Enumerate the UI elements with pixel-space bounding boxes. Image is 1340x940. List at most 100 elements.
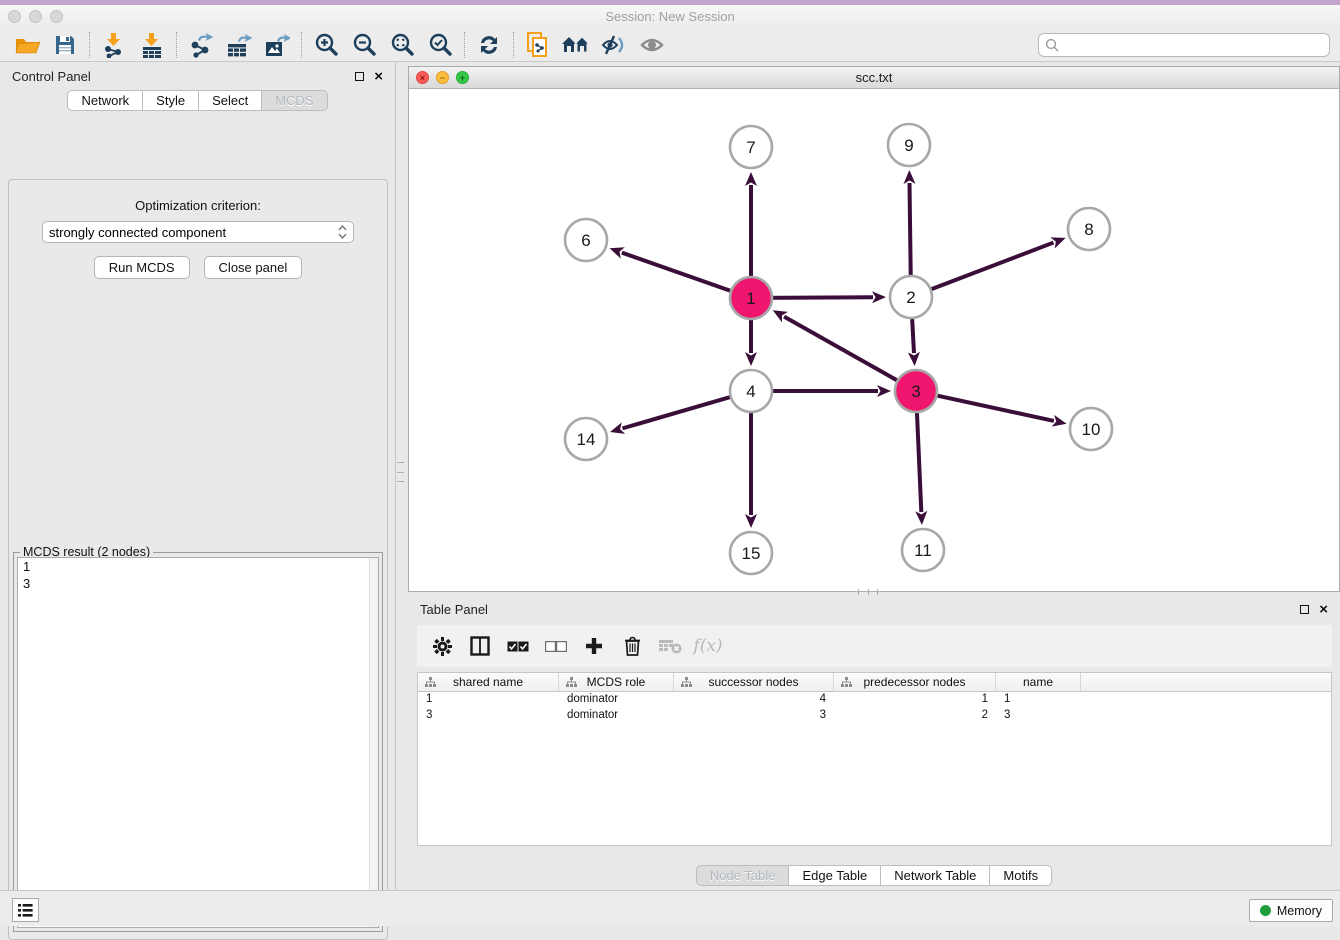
close-panel-button[interactable]: Close panel (204, 256, 303, 279)
tab-network[interactable]: Network (67, 90, 143, 111)
table-panel: Table Panel × (408, 595, 1340, 886)
tab-edge-table[interactable]: Edge Table (789, 865, 881, 886)
memory-label: Memory (1277, 904, 1322, 918)
hide-selected-button[interactable] (595, 30, 633, 60)
zoom-out-button[interactable] (345, 30, 383, 60)
export-table-button[interactable] (220, 30, 258, 60)
column-header-predecessor-nodes[interactable]: predecessor nodes (834, 673, 996, 691)
zoom-in-icon (314, 32, 339, 57)
plus-icon (585, 637, 603, 655)
houses-icon (561, 34, 591, 56)
optimization-criterion-label: Optimization criterion: (9, 198, 387, 213)
show-column-button[interactable] (463, 631, 497, 661)
tab-style[interactable]: Style (143, 90, 199, 111)
create-column-button[interactable] (577, 631, 611, 661)
column-header-name[interactable]: name (996, 673, 1081, 691)
graph-node-label: 8 (1084, 220, 1093, 239)
toolbar-separator (176, 32, 177, 58)
delete-table-button[interactable] (653, 631, 687, 661)
export-network-icon (188, 32, 214, 58)
column-header-label: shared name (453, 675, 523, 689)
criterion-dropdown[interactable]: strongly connected component (42, 221, 354, 243)
table-panel-title: Table Panel (420, 602, 488, 617)
export-network-button[interactable] (182, 30, 220, 60)
table-options-button[interactable] (425, 631, 459, 661)
result-item[interactable]: 1 (18, 558, 378, 575)
result-scrollbar[interactable] (369, 558, 378, 927)
run-mcds-button[interactable]: Run MCDS (94, 256, 190, 279)
refresh-button[interactable] (470, 30, 508, 60)
tab-select[interactable]: Select (199, 90, 262, 111)
tab-motifs[interactable]: Motifs (990, 865, 1052, 886)
criterion-dropdown-value: strongly connected component (49, 225, 338, 240)
column-header-shared-name[interactable]: shared name (418, 673, 559, 691)
search-box[interactable] (1038, 33, 1330, 57)
unselect-all-columns-button[interactable] (539, 631, 573, 661)
duplicate-network-button[interactable] (519, 30, 557, 60)
zoom-fit-icon (390, 32, 415, 57)
show-all-button[interactable] (633, 30, 671, 60)
open-session-button[interactable] (8, 30, 46, 60)
table-panel-tabs: Node TableEdge TableNetwork TableMotifs (408, 865, 1340, 886)
graph-edge-3-10[interactable] (918, 391, 1054, 421)
column-header-MCDS-role[interactable]: MCDS role (559, 673, 674, 691)
toolbar-separator (301, 32, 302, 58)
table-cell: 1 (418, 692, 559, 708)
control-panel-maximize-icon[interactable] (355, 72, 364, 81)
toolbar-separator (89, 32, 90, 58)
graph-node-label: 4 (746, 382, 755, 401)
export-image-button[interactable] (258, 30, 296, 60)
network-window-title: scc.txt (409, 70, 1339, 85)
network-window-titlebar[interactable]: × − + scc.txt (409, 67, 1339, 89)
status-bar: Memory (0, 890, 1340, 926)
table-panel-maximize-icon[interactable] (1300, 605, 1309, 614)
control-panel-close-icon[interactable]: × (374, 69, 383, 84)
task-history-button[interactable] (12, 898, 39, 922)
search-input[interactable] (1063, 38, 1329, 52)
table-header-row: shared name MCDS role successor nodes prede… (418, 673, 1331, 692)
mcds-result-box: MCDS result (2 nodes) 13 (13, 552, 383, 932)
duplicate-network-icon (526, 31, 550, 58)
select-all-columns-button[interactable] (501, 631, 535, 661)
table-cell: dominator (559, 692, 674, 708)
memory-button[interactable]: Memory (1249, 899, 1333, 922)
zoom-selected-button[interactable] (421, 30, 459, 60)
import-table-button[interactable] (133, 30, 171, 60)
table-panel-close-icon[interactable]: × (1319, 602, 1328, 617)
graph-node-label: 6 (581, 231, 590, 250)
tab-mcds[interactable]: MCDS (262, 90, 327, 111)
graph-edge-2-8[interactable] (913, 243, 1054, 297)
tab-node-table[interactable]: Node Table (696, 865, 790, 886)
import-network-button[interactable] (95, 30, 133, 60)
control-panel: Control Panel × NetworkStyleSelectMCDS O… (0, 62, 396, 890)
mcds-tab-content: Optimization criterion: strongly connect… (8, 179, 388, 940)
tab-network-table[interactable]: Network Table (881, 865, 990, 886)
export-image-icon (264, 32, 290, 58)
zoom-fit-button[interactable] (383, 30, 421, 60)
delete-column-button[interactable] (615, 631, 649, 661)
function-builder-button[interactable]: f(x) (691, 631, 725, 661)
column-type-icon (841, 677, 852, 688)
panel-splitter-grip[interactable] (397, 462, 404, 482)
app-titlebar: Session: New Session (0, 5, 1340, 28)
search-icon (1045, 38, 1059, 52)
graph-edge-3-1[interactable] (784, 317, 914, 390)
table-cell: dominator (559, 708, 674, 724)
save-session-button[interactable] (46, 30, 84, 60)
toolbar-separator (464, 32, 465, 58)
zoom-in-button[interactable] (307, 30, 345, 60)
graph-node-label: 14 (577, 430, 596, 449)
result-item[interactable]: 3 (18, 575, 378, 592)
first-neighbors-button[interactable] (557, 30, 595, 60)
table-cell: 4 (674, 692, 834, 708)
graph-canvas[interactable]: 7968124314101511 (409, 89, 1339, 591)
table-row[interactable]: 3dominator323 (418, 708, 1331, 724)
graph-node-label: 2 (906, 288, 915, 307)
graph-node-label: 9 (904, 136, 913, 155)
column-header-successor-nodes[interactable]: successor nodes (674, 673, 834, 691)
mcds-result-list[interactable]: 13 (17, 557, 379, 928)
table-row[interactable]: 1dominator411 (418, 692, 1331, 708)
fx-icon: f(x) (693, 636, 722, 656)
column-header-label: successor nodes (708, 675, 798, 689)
graph-node-label: 3 (911, 382, 920, 401)
